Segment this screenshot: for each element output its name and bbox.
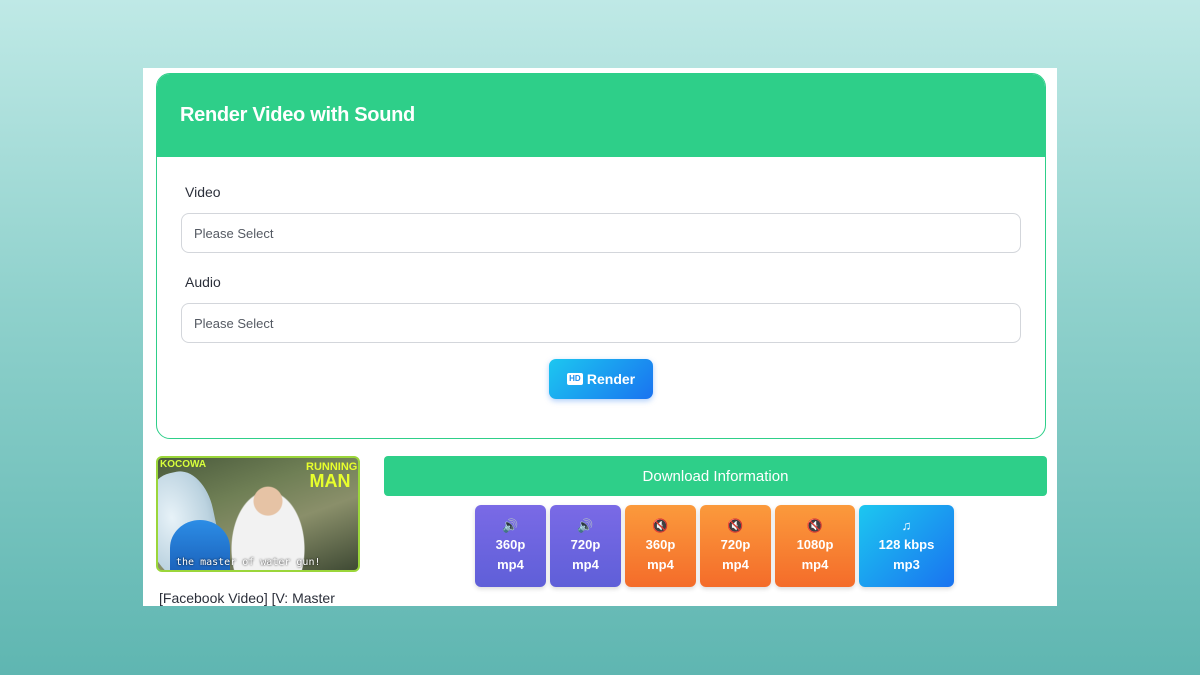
format-quality: 360p	[645, 537, 676, 552]
format-type: mp4	[647, 557, 674, 572]
music-note-icon: ♫	[901, 518, 912, 533]
format-button-720p-mp4-sound[interactable]: 🔊 720p mp4	[550, 505, 621, 587]
card-title: Render Video with Sound	[180, 104, 415, 126]
format-quality: 720p	[570, 537, 601, 552]
speaker-icon: 🔊	[502, 518, 519, 533]
download-information-header: Download Information	[384, 456, 1047, 496]
format-button-720p-mp4-muted[interactable]: 🔇 720p mp4	[700, 505, 771, 587]
format-type: mp4	[801, 557, 829, 572]
format-quality: 720p	[720, 537, 751, 552]
card-header: Render Video with Sound	[157, 74, 1045, 157]
format-type: mp4	[497, 557, 524, 572]
thumbnail-logo-line2: MAN	[309, 471, 351, 491]
video-select[interactable]: Please Select	[181, 213, 1021, 253]
format-button-360p-mp4-sound[interactable]: 🔊 360p mp4	[475, 505, 546, 587]
format-quality: 360p	[495, 537, 526, 552]
format-quality: 128 kbps	[878, 537, 935, 552]
page-container: Render Video with Sound Video Please Sel…	[143, 68, 1057, 606]
format-button-1080p-mp4-muted[interactable]: 🔇 1080p mp4	[775, 505, 855, 587]
mute-icon: 🔇	[652, 518, 669, 533]
thumbnail-brand: KOCOWA	[160, 459, 207, 470]
video-thumbnail[interactable]: KOCOWA RUNNING MAN the master of water g…	[156, 456, 360, 572]
audio-label: Audio	[185, 274, 221, 290]
format-quality: 1080p	[796, 537, 834, 552]
thumbnail-logo: RUNNING MAN	[306, 460, 357, 491]
mute-icon: 🔇	[806, 518, 824, 533]
audio-select-placeholder: Please Select	[194, 315, 274, 331]
format-button-360p-mp4-muted[interactable]: 🔇 360p mp4	[625, 505, 696, 587]
format-buttons: 🔊 360p mp4 🔊 720p mp4 🔇 360p mp4 🔇 720p …	[475, 505, 954, 587]
video-select-placeholder: Please Select	[194, 225, 274, 241]
speaker-icon: 🔊	[577, 518, 594, 533]
thumbnail-caption: the master of water gun!	[176, 557, 321, 568]
hd-icon: HD	[566, 373, 583, 385]
render-button-label: Render	[586, 371, 636, 387]
format-type: mp4	[572, 557, 599, 572]
render-card: Render Video with Sound Video Please Sel…	[156, 73, 1046, 439]
format-button-128kbps-mp3[interactable]: ♫ 128 kbps mp3	[859, 505, 954, 587]
mute-icon: 🔇	[727, 518, 744, 533]
video-title: [Facebook Video] [V: Master	[159, 590, 335, 606]
render-button[interactable]: HD Render	[549, 359, 653, 399]
format-type: mp4	[722, 557, 749, 572]
audio-select[interactable]: Please Select	[181, 303, 1021, 343]
format-type: mp3	[893, 557, 920, 572]
download-information-label: Download Information	[642, 467, 789, 485]
video-label: Video	[185, 184, 221, 200]
